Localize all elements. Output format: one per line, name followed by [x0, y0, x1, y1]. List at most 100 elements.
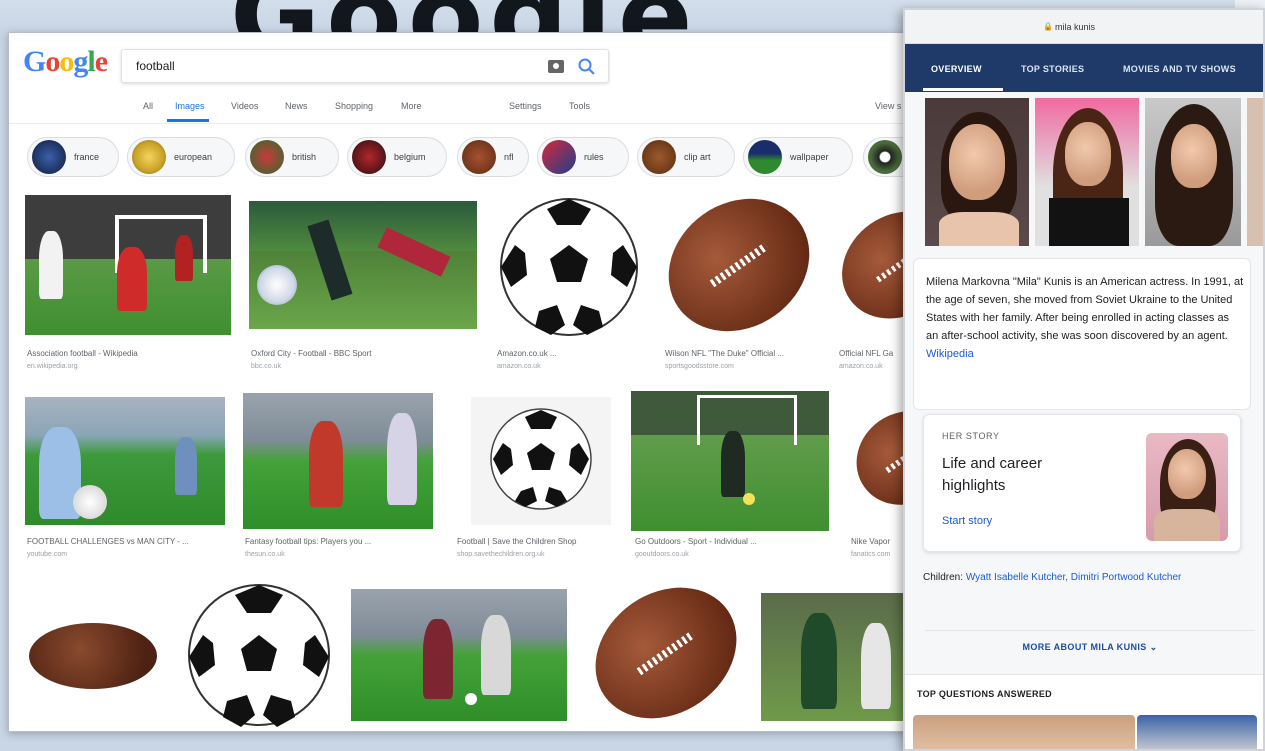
active-tab-indicator — [923, 88, 1003, 91]
top-questions-heading: TOP QUESTIONS ANSWERED — [917, 689, 1052, 699]
portrait-photo[interactable] — [1145, 98, 1241, 246]
children-label: Children: — [923, 572, 964, 583]
panel-tabs: OVERVIEW TOP STORIES MOVIES AND TV SHOWS — [905, 44, 1263, 92]
chip-clip-art[interactable]: clip art — [637, 137, 735, 177]
story-thumbnail — [1146, 433, 1228, 541]
chip-image — [542, 140, 576, 174]
chip-wallpaper[interactable]: wallpaper — [743, 137, 853, 177]
chip-label: belgium — [394, 152, 426, 162]
result-source: gooutdoors.co.uk — [635, 551, 689, 558]
chip-france[interactable]: france — [27, 137, 119, 177]
chevron-down-icon: ⌄ — [1149, 642, 1158, 652]
settings-link[interactable]: Settings — [509, 101, 542, 111]
related-chips: france european british belgium nfl rule… — [23, 133, 912, 183]
search-icon[interactable] — [576, 56, 598, 78]
google-images-window: Google football All Images Videos News S… — [8, 32, 913, 732]
image-result[interactable] — [659, 191, 819, 341]
mobile-knowledge-panel: 🔒 mila kunis OVERVIEW TOP STORIES MOVIES… — [903, 8, 1265, 751]
story-card[interactable]: HER STORY Life and career highlights Sta… — [923, 414, 1241, 552]
result-source: fanatics.com — [851, 551, 891, 558]
result-source: amazon.co.uk — [497, 363, 541, 370]
chip-british[interactable]: british — [245, 137, 339, 177]
active-tab-indicator — [167, 119, 209, 122]
view-saved-link[interactable]: View s — [875, 101, 901, 111]
result-caption[interactable]: Wilson NFL "The Duke" Official ... — [665, 349, 825, 358]
search-box[interactable]: football — [121, 49, 609, 83]
portrait-photo[interactable] — [925, 98, 1029, 246]
tab-news[interactable]: News — [285, 101, 308, 111]
image-result[interactable] — [25, 397, 225, 525]
chip-image — [32, 140, 66, 174]
tab-all[interactable]: All — [143, 101, 153, 111]
top-questions-section: TOP QUESTIONS ANSWERED — [905, 674, 1263, 749]
result-caption[interactable]: Association football - Wikipedia — [27, 349, 227, 358]
image-result[interactable] — [471, 397, 611, 525]
result-source: amazon.co.uk — [839, 363, 883, 370]
image-result[interactable] — [495, 193, 643, 341]
tab-top-stories[interactable]: TOP STORIES — [1021, 64, 1084, 74]
tab-videos[interactable]: Videos — [231, 101, 258, 111]
soccer-ball-image — [188, 584, 330, 727]
portrait-photo[interactable] — [1247, 98, 1263, 246]
tab-images[interactable]: Images — [175, 101, 205, 111]
result-source: shop.savethechildren.org.uk — [457, 551, 545, 558]
image-result[interactable] — [249, 201, 477, 329]
result-caption[interactable]: Oxford City - Football - BBC Sport — [251, 349, 471, 358]
chip-label: nfl — [504, 152, 514, 162]
chip-label: wallpaper — [790, 152, 829, 162]
image-result[interactable] — [185, 581, 333, 729]
result-caption[interactable]: FOOTBALL CHALLENGES vs MAN CITY - ... — [27, 537, 227, 546]
chip-european[interactable]: european — [127, 137, 235, 177]
tools-link[interactable]: Tools — [569, 101, 590, 111]
result-caption[interactable]: Go Outdoors - Sport - Individual ... — [635, 537, 825, 546]
question-image[interactable] — [913, 715, 1135, 749]
camera-icon[interactable] — [548, 60, 564, 73]
children-links[interactable]: Wyatt Isabelle Kutcher, Dimitri Portwood… — [966, 572, 1182, 583]
result-caption[interactable]: Football | Save the Children Shop — [457, 537, 617, 546]
children-row: Children: Wyatt Isabelle Kutcher, Dimitr… — [923, 570, 1243, 586]
lock-icon: 🔒 — [1043, 22, 1053, 31]
chip-nfl[interactable]: nfl — [457, 137, 529, 177]
more-about-button[interactable]: MORE ABOUT MILA KUNIS ⌄ — [925, 630, 1255, 664]
result-caption[interactable]: Amazon.co.uk ... — [497, 349, 637, 358]
image-result[interactable] — [761, 593, 911, 721]
address-bar[interactable]: 🔒 mila kunis — [905, 10, 1263, 44]
image-result[interactable] — [21, 609, 165, 713]
search-input[interactable]: football — [136, 59, 175, 73]
chip-label: british — [292, 152, 317, 162]
google-logo[interactable]: Google — [23, 45, 108, 79]
story-kicker: HER STORY — [942, 431, 1000, 441]
wikipedia-link[interactable]: Wikipedia — [926, 348, 974, 360]
tab-overview[interactable]: OVERVIEW — [931, 64, 982, 74]
chip-label: rules — [584, 152, 604, 162]
start-story-link[interactable]: Start story — [942, 515, 992, 527]
chip-label: france — [74, 152, 100, 162]
result-source: en.wikipedia.org — [27, 363, 78, 370]
header-divider — [9, 123, 912, 124]
chip-image — [250, 140, 284, 174]
chip-image — [748, 140, 782, 174]
tab-shopping[interactable]: Shopping — [335, 101, 373, 111]
chip-rules[interactable]: rules — [537, 137, 629, 177]
chip-belgium[interactable]: belgium — [347, 137, 447, 177]
image-result[interactable] — [243, 393, 433, 529]
image-result[interactable] — [25, 195, 231, 335]
image-result[interactable] — [631, 391, 829, 531]
story-title: Life and career highlights — [942, 455, 1043, 494]
portrait-photo[interactable] — [1035, 98, 1139, 246]
image-result[interactable] — [585, 579, 745, 729]
more-about-label: MORE ABOUT MILA KUNIS — [1022, 642, 1147, 652]
image-result[interactable] — [835, 201, 912, 331]
tab-more[interactable]: More — [401, 101, 422, 111]
result-source: sportsgoodsstore.com — [665, 363, 734, 370]
address-text[interactable]: mila kunis — [1055, 22, 1095, 32]
search-tabs: All Images Videos News Shopping More Set… — [9, 95, 912, 122]
result-caption[interactable]: Official NFL Ga — [839, 349, 912, 358]
result-caption[interactable]: Fantasy football tips: Players you ... — [245, 537, 435, 546]
image-result[interactable] — [351, 589, 567, 721]
bio-text: Milena Markovna "Mila" Kunis is an Ameri… — [926, 276, 1244, 360]
tab-movies-and-tv-shows[interactable]: MOVIES AND TV SHOWS — [1123, 64, 1236, 74]
question-image[interactable] — [1137, 715, 1257, 749]
chip-image — [132, 140, 166, 174]
photo-strip — [925, 98, 1263, 246]
